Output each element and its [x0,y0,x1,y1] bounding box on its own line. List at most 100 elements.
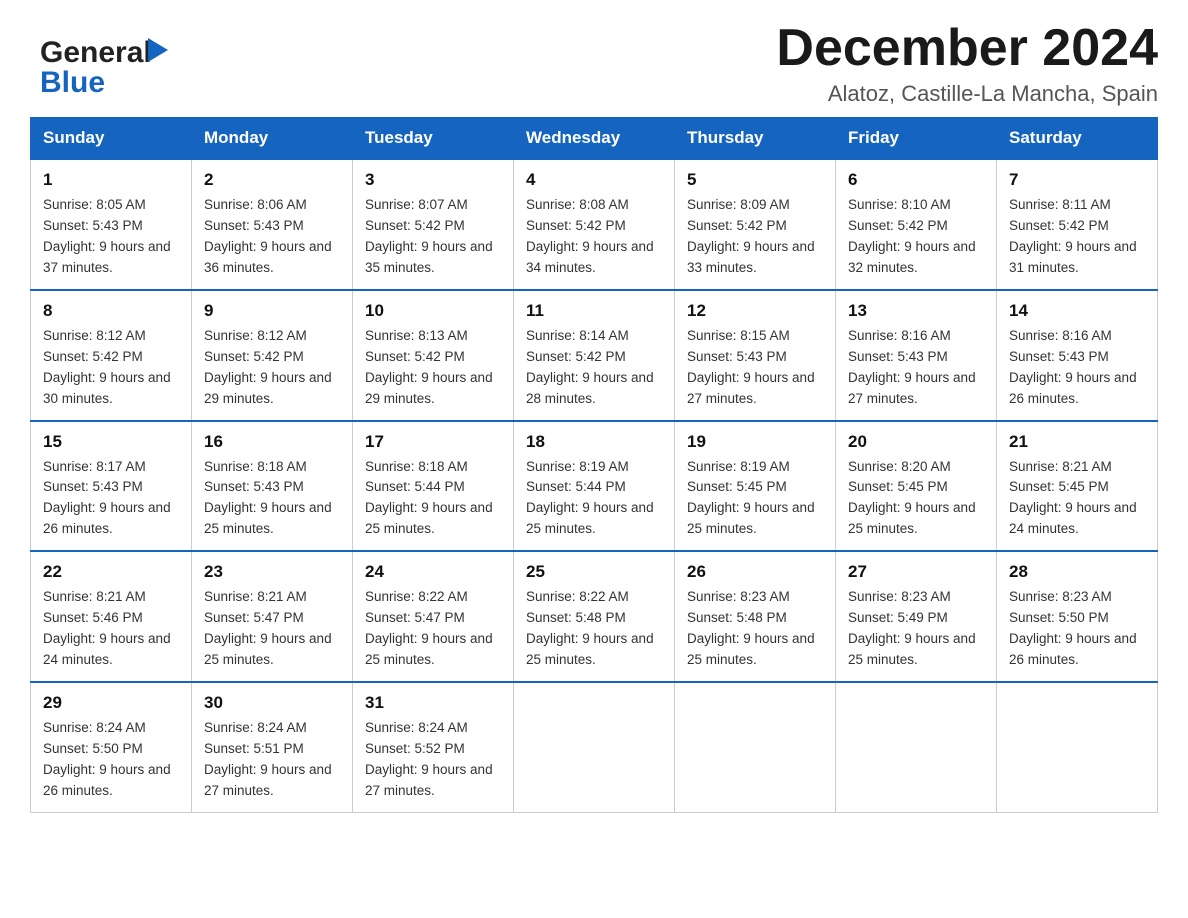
day-number: 16 [204,432,340,452]
calendar-cell: 17 Sunrise: 8:18 AMSunset: 5:44 PMDaylig… [353,421,514,552]
day-number: 24 [365,562,501,582]
location-subtitle: Alatoz, Castille-La Mancha, Spain [776,81,1158,107]
calendar-cell: 8 Sunrise: 8:12 AMSunset: 5:42 PMDayligh… [31,290,192,421]
day-number: 26 [687,562,823,582]
calendar-cell: 30 Sunrise: 8:24 AMSunset: 5:51 PMDaylig… [192,682,353,812]
calendar-cell: 24 Sunrise: 8:22 AMSunset: 5:47 PMDaylig… [353,551,514,682]
day-info: Sunrise: 8:16 AMSunset: 5:43 PMDaylight:… [1009,328,1137,406]
day-info: Sunrise: 8:17 AMSunset: 5:43 PMDaylight:… [43,459,171,537]
day-number: 2 [204,170,340,190]
calendar-cell: 7 Sunrise: 8:11 AMSunset: 5:42 PMDayligh… [997,159,1158,290]
day-number: 20 [848,432,984,452]
day-info: Sunrise: 8:13 AMSunset: 5:42 PMDaylight:… [365,328,493,406]
calendar-table: SundayMondayTuesdayWednesdayThursdayFrid… [30,117,1158,812]
day-info: Sunrise: 8:23 AMSunset: 5:50 PMDaylight:… [1009,589,1137,667]
weekday-header-friday: Friday [836,118,997,160]
day-number: 6 [848,170,984,190]
calendar-week-row: 29 Sunrise: 8:24 AMSunset: 5:50 PMDaylig… [31,682,1158,812]
title-section: December 2024 Alatoz, Castille-La Mancha… [776,20,1158,107]
day-number: 15 [43,432,179,452]
day-info: Sunrise: 8:23 AMSunset: 5:48 PMDaylight:… [687,589,815,667]
day-info: Sunrise: 8:08 AMSunset: 5:42 PMDaylight:… [526,197,654,275]
day-info: Sunrise: 8:10 AMSunset: 5:42 PMDaylight:… [848,197,976,275]
day-info: Sunrise: 8:21 AMSunset: 5:47 PMDaylight:… [204,589,332,667]
calendar-cell: 3 Sunrise: 8:07 AMSunset: 5:42 PMDayligh… [353,159,514,290]
day-info: Sunrise: 8:16 AMSunset: 5:43 PMDaylight:… [848,328,976,406]
calendar-week-row: 8 Sunrise: 8:12 AMSunset: 5:42 PMDayligh… [31,290,1158,421]
calendar-cell: 9 Sunrise: 8:12 AMSunset: 5:42 PMDayligh… [192,290,353,421]
logo: General Blue [30,20,200,100]
month-year-title: December 2024 [776,20,1158,77]
calendar-cell: 29 Sunrise: 8:24 AMSunset: 5:50 PMDaylig… [31,682,192,812]
day-number: 22 [43,562,179,582]
day-number: 7 [1009,170,1145,190]
day-info: Sunrise: 8:06 AMSunset: 5:43 PMDaylight:… [204,197,332,275]
day-info: Sunrise: 8:12 AMSunset: 5:42 PMDaylight:… [43,328,171,406]
calendar-cell: 2 Sunrise: 8:06 AMSunset: 5:43 PMDayligh… [192,159,353,290]
calendar-cell: 18 Sunrise: 8:19 AMSunset: 5:44 PMDaylig… [514,421,675,552]
calendar-cell: 22 Sunrise: 8:21 AMSunset: 5:46 PMDaylig… [31,551,192,682]
day-number: 30 [204,693,340,713]
calendar-week-row: 1 Sunrise: 8:05 AMSunset: 5:43 PMDayligh… [31,159,1158,290]
day-info: Sunrise: 8:18 AMSunset: 5:43 PMDaylight:… [204,459,332,537]
calendar-cell [836,682,997,812]
calendar-cell: 27 Sunrise: 8:23 AMSunset: 5:49 PMDaylig… [836,551,997,682]
calendar-cell: 28 Sunrise: 8:23 AMSunset: 5:50 PMDaylig… [997,551,1158,682]
day-number: 5 [687,170,823,190]
day-info: Sunrise: 8:14 AMSunset: 5:42 PMDaylight:… [526,328,654,406]
day-number: 25 [526,562,662,582]
day-number: 4 [526,170,662,190]
calendar-cell: 10 Sunrise: 8:13 AMSunset: 5:42 PMDaylig… [353,290,514,421]
calendar-cell: 16 Sunrise: 8:18 AMSunset: 5:43 PMDaylig… [192,421,353,552]
day-number: 14 [1009,301,1145,321]
day-info: Sunrise: 8:15 AMSunset: 5:43 PMDaylight:… [687,328,815,406]
day-number: 29 [43,693,179,713]
day-info: Sunrise: 8:11 AMSunset: 5:42 PMDaylight:… [1009,197,1137,275]
calendar-cell: 15 Sunrise: 8:17 AMSunset: 5:43 PMDaylig… [31,421,192,552]
day-info: Sunrise: 8:23 AMSunset: 5:49 PMDaylight:… [848,589,976,667]
calendar-cell [514,682,675,812]
calendar-cell: 26 Sunrise: 8:23 AMSunset: 5:48 PMDaylig… [675,551,836,682]
calendar-cell: 11 Sunrise: 8:14 AMSunset: 5:42 PMDaylig… [514,290,675,421]
calendar-cell: 19 Sunrise: 8:19 AMSunset: 5:45 PMDaylig… [675,421,836,552]
day-number: 28 [1009,562,1145,582]
day-info: Sunrise: 8:12 AMSunset: 5:42 PMDaylight:… [204,328,332,406]
day-info: Sunrise: 8:22 AMSunset: 5:47 PMDaylight:… [365,589,493,667]
day-number: 17 [365,432,501,452]
day-info: Sunrise: 8:18 AMSunset: 5:44 PMDaylight:… [365,459,493,537]
day-number: 27 [848,562,984,582]
calendar-cell: 21 Sunrise: 8:21 AMSunset: 5:45 PMDaylig… [997,421,1158,552]
day-info: Sunrise: 8:19 AMSunset: 5:44 PMDaylight:… [526,459,654,537]
calendar-cell: 4 Sunrise: 8:08 AMSunset: 5:42 PMDayligh… [514,159,675,290]
day-number: 23 [204,562,340,582]
day-number: 31 [365,693,501,713]
day-number: 13 [848,301,984,321]
calendar-cell: 14 Sunrise: 8:16 AMSunset: 5:43 PMDaylig… [997,290,1158,421]
calendar-cell [675,682,836,812]
svg-text:Blue: Blue [40,66,105,99]
weekday-header-monday: Monday [192,118,353,160]
weekday-header-sunday: Sunday [31,118,192,160]
day-info: Sunrise: 8:05 AMSunset: 5:43 PMDaylight:… [43,197,171,275]
weekday-header-wednesday: Wednesday [514,118,675,160]
day-number: 3 [365,170,501,190]
day-info: Sunrise: 8:22 AMSunset: 5:48 PMDaylight:… [526,589,654,667]
calendar-cell: 6 Sunrise: 8:10 AMSunset: 5:42 PMDayligh… [836,159,997,290]
day-info: Sunrise: 8:24 AMSunset: 5:52 PMDaylight:… [365,720,493,798]
calendar-cell: 25 Sunrise: 8:22 AMSunset: 5:48 PMDaylig… [514,551,675,682]
day-info: Sunrise: 8:24 AMSunset: 5:50 PMDaylight:… [43,720,171,798]
day-number: 9 [204,301,340,321]
calendar-cell: 12 Sunrise: 8:15 AMSunset: 5:43 PMDaylig… [675,290,836,421]
page-header: General Blue December 2024 Alatoz, Casti… [30,20,1158,107]
logo-svg: General Blue [30,20,200,100]
calendar-cell: 20 Sunrise: 8:20 AMSunset: 5:45 PMDaylig… [836,421,997,552]
day-info: Sunrise: 8:09 AMSunset: 5:42 PMDaylight:… [687,197,815,275]
calendar-cell: 23 Sunrise: 8:21 AMSunset: 5:47 PMDaylig… [192,551,353,682]
day-number: 19 [687,432,823,452]
day-info: Sunrise: 8:07 AMSunset: 5:42 PMDaylight:… [365,197,493,275]
svg-text:General: General [40,36,152,69]
day-number: 10 [365,301,501,321]
calendar-cell: 5 Sunrise: 8:09 AMSunset: 5:42 PMDayligh… [675,159,836,290]
weekday-header-saturday: Saturday [997,118,1158,160]
day-number: 18 [526,432,662,452]
